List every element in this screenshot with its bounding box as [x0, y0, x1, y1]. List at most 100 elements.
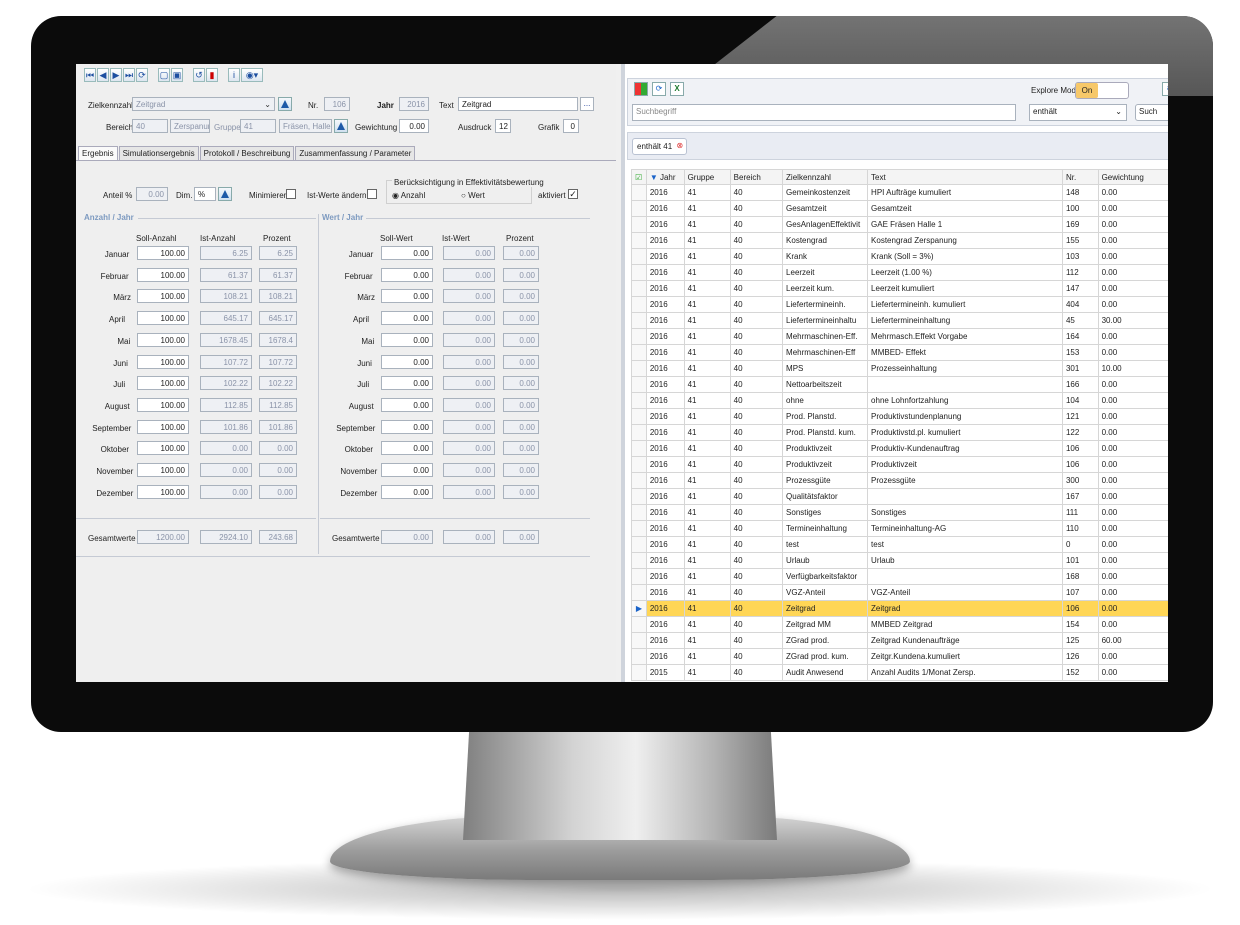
- row-indicator[interactable]: [631, 504, 647, 521]
- last-icon[interactable]: ⏭: [123, 68, 135, 82]
- soll-wert-field[interactable]: 0.00: [381, 441, 433, 455]
- soll-anzahl-field[interactable]: 100.00: [137, 355, 189, 369]
- select-all-cell[interactable]: ☑: [631, 169, 647, 185]
- table-row[interactable]: 2016 41 40 Gemeinkostenzeit HPI Aufträge kum…: [631, 184, 1168, 201]
- row-indicator[interactable]: [631, 408, 647, 425]
- table-row[interactable]: ▶ 2016 41 40 Zeitgrad Zeitgrad 106 0.00: [631, 600, 1168, 617]
- wert-prozent-field[interactable]: 0.00: [503, 333, 539, 347]
- jahr-field[interactable]: 2016: [399, 97, 429, 111]
- table-row[interactable]: 2016 41 40 Termineinhaltung Termineinhaltung…: [631, 520, 1168, 537]
- prozent-field[interactable]: 0.00: [259, 485, 297, 499]
- row-indicator[interactable]: [631, 184, 647, 201]
- soll-anzahl-field[interactable]: 100.00: [137, 485, 189, 499]
- soll-wert-field[interactable]: 0.00: [381, 398, 433, 412]
- prozent-field[interactable]: 102.22: [259, 376, 297, 390]
- dim-field[interactable]: %: [194, 187, 216, 201]
- grafik-field[interactable]: 0: [563, 119, 579, 133]
- prozent-field[interactable]: 0.00: [259, 463, 297, 477]
- table-row[interactable]: 2016 41 40 Zeitgrad MM MMBED Zeitgrad 154 0.00: [631, 616, 1168, 633]
- column-header[interactable]: Text: [867, 169, 1063, 185]
- wert-prozent-field[interactable]: 0.00: [503, 268, 539, 282]
- table-row[interactable]: 2016 41 40 Prod. Planstd. kum. Produktivstd.…: [631, 424, 1168, 441]
- gruppe-name-field[interactable]: Fräsen, Halle 1: [279, 119, 332, 133]
- wert-prozent-field[interactable]: 0.00: [503, 355, 539, 369]
- search-button[interactable]: Such: [1135, 104, 1168, 121]
- filter-operator-select[interactable]: enthält ⌄: [1029, 104, 1127, 121]
- soll-wert-field[interactable]: 0.00: [381, 485, 433, 499]
- ist-wert-field[interactable]: 0.00: [443, 289, 495, 303]
- wert-prozent-field[interactable]: 0.00: [503, 398, 539, 412]
- soll-wert-field[interactable]: 0.00: [381, 289, 433, 303]
- wert-prozent-field[interactable]: 0.00: [503, 289, 539, 303]
- tab-zusammenfassung[interactable]: Zusammenfassung / Parameter: [295, 146, 416, 160]
- table-row[interactable]: 2015 41 40 Audit Anwesend Anzahl Audits 1/Mo…: [631, 664, 1168, 681]
- row-indicator[interactable]: [631, 552, 647, 569]
- prozent-field[interactable]: 112.85: [259, 398, 297, 412]
- table-row[interactable]: 2016 41 40 Verfügbarkeitsfaktor 168 0.00: [631, 568, 1168, 585]
- row-indicator[interactable]: [631, 472, 647, 489]
- gruppe-lookup-icon[interactable]: [334, 119, 348, 133]
- istwerte-checkbox[interactable]: [367, 189, 377, 199]
- table-row[interactable]: 2016 41 40 Qualitätsfaktor 167 0.00: [631, 488, 1168, 505]
- row-indicator[interactable]: [631, 584, 647, 601]
- save-icon[interactable]: ▣: [171, 68, 183, 82]
- wert-prozent-field[interactable]: 0.00: [503, 463, 539, 477]
- table-row[interactable]: 2016 41 40 ohne ohne Lohnfortzahlung 104 0.00: [631, 392, 1168, 409]
- row-indicator[interactable]: [631, 488, 647, 505]
- nr-field[interactable]: 106: [324, 97, 350, 111]
- filter-chip[interactable]: enthält 41 ⊗: [632, 138, 688, 155]
- column-header[interactable]: ▼ Jahr: [645, 169, 685, 185]
- prozent-field[interactable]: 101.86: [259, 420, 297, 434]
- ist-anzahl-field[interactable]: 108.21: [200, 289, 252, 303]
- wert-prozent-field[interactable]: 0.00: [503, 376, 539, 390]
- row-indicator[interactable]: [631, 424, 647, 441]
- column-header[interactable]: Gewichtung: [1097, 169, 1168, 185]
- row-indicator[interactable]: [631, 568, 647, 585]
- ist-anzahl-field[interactable]: 0.00: [200, 463, 252, 477]
- total-ist-wert[interactable]: 0.00: [443, 530, 495, 544]
- soll-wert-field[interactable]: 0.00: [381, 268, 433, 282]
- total-prozent[interactable]: 243.68: [259, 530, 297, 544]
- soll-wert-field[interactable]: 0.00: [381, 355, 433, 369]
- next-icon[interactable]: ▶: [110, 68, 122, 82]
- column-header[interactable]: Bereich: [729, 169, 784, 185]
- prev-icon[interactable]: ◀: [97, 68, 109, 82]
- lookup-icon[interactable]: [278, 97, 292, 111]
- soll-wert-field[interactable]: 0.00: [381, 376, 433, 390]
- info-icon[interactable]: i: [228, 68, 240, 82]
- table-row[interactable]: 2016 41 40 MPS Prozesseinhaltung 301 10.00: [631, 360, 1168, 377]
- ist-wert-field[interactable]: 0.00: [443, 246, 495, 260]
- total-ist-anzahl[interactable]: 2924.10: [200, 530, 252, 544]
- ist-anzahl-field[interactable]: 112.85: [200, 398, 252, 412]
- row-indicator[interactable]: [631, 392, 647, 409]
- row-indicator[interactable]: [631, 440, 647, 457]
- table-row[interactable]: 2016 41 40 Produktivzeit Produktiv-Kundenauf…: [631, 440, 1168, 457]
- column-header[interactable]: Gruppe: [683, 169, 731, 185]
- row-indicator[interactable]: [631, 280, 647, 297]
- soll-anzahl-field[interactable]: 100.00: [137, 289, 189, 303]
- text-edit-button[interactable]: ...: [580, 97, 594, 111]
- soll-anzahl-field[interactable]: 100.00: [137, 420, 189, 434]
- bereich-nr-field[interactable]: 40: [132, 119, 168, 133]
- gruppe-nr-field[interactable]: 41: [240, 119, 276, 133]
- ist-wert-field[interactable]: 0.00: [443, 355, 495, 369]
- ist-anzahl-field[interactable]: 645.17: [200, 311, 252, 325]
- wert-prozent-field[interactable]: 0.00: [503, 311, 539, 325]
- undo-icon[interactable]: ↺: [193, 68, 205, 82]
- table-row[interactable]: 2016 41 40 test test 0 0.00: [631, 536, 1168, 553]
- soll-wert-field[interactable]: 0.00: [381, 246, 433, 260]
- soll-wert-field[interactable]: 0.00: [381, 333, 433, 347]
- dim-lookup-icon[interactable]: [218, 187, 232, 201]
- grid-menu-icon[interactable]: ≡: [1162, 82, 1168, 96]
- bereich-name-field[interactable]: Zerspanung: [170, 119, 210, 133]
- column-header[interactable]: Nr.: [1061, 169, 1099, 185]
- settings-icon[interactable]: ◉▾: [241, 68, 263, 82]
- prozent-field[interactable]: 107.72: [259, 355, 297, 369]
- table-row[interactable]: 2016 41 40 Prod. Planstd. Produktivstundenpl…: [631, 408, 1168, 425]
- ist-wert-field[interactable]: 0.00: [443, 333, 495, 347]
- soll-wert-field[interactable]: 0.00: [381, 420, 433, 434]
- total-soll-wert[interactable]: 0.00: [381, 530, 433, 544]
- ist-anzahl-field[interactable]: 0.00: [200, 441, 252, 455]
- ist-wert-field[interactable]: 0.00: [443, 441, 495, 455]
- ist-wert-field[interactable]: 0.00: [443, 485, 495, 499]
